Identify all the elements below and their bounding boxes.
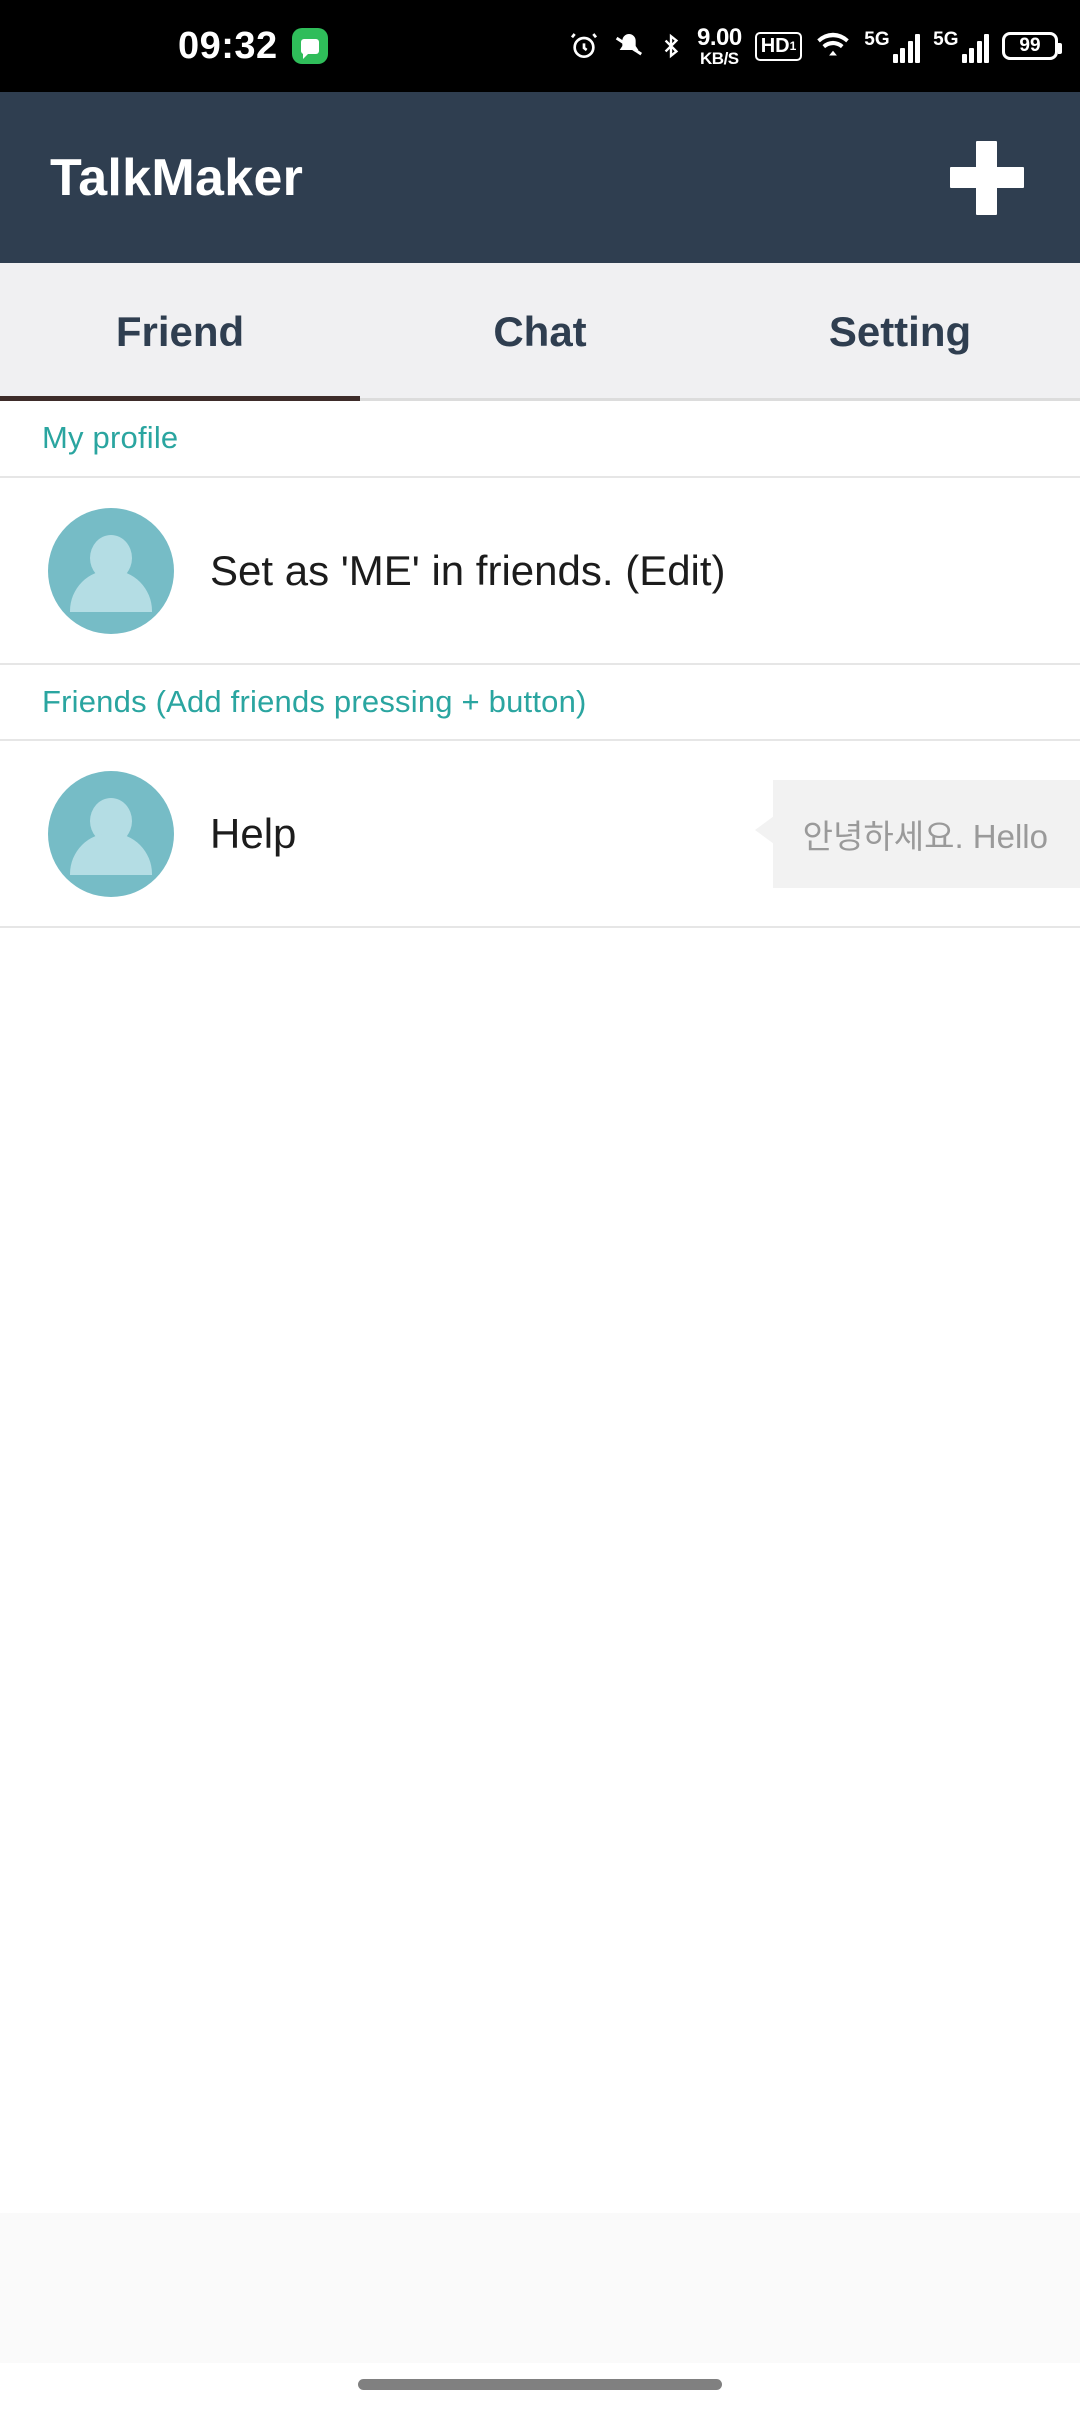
sim2-network-label: 5G	[933, 28, 959, 50]
battery-indicator: 99	[1002, 32, 1062, 60]
section-header-friends-label: Friends (Add friends pressing + button)	[42, 684, 587, 719]
tab-friend[interactable]: Friend	[0, 263, 360, 401]
alarm-clock-icon	[568, 30, 600, 62]
network-speed-unit: KB/S	[700, 48, 739, 68]
person-placeholder-avatar	[48, 507, 174, 634]
divider-below-friend	[0, 926, 1080, 928]
sim2-signal-indicator: 5G	[933, 30, 989, 63]
home-gesture-bar[interactable]	[358, 2379, 722, 2390]
message-bubble-icon	[291, 28, 328, 64]
friend-status-message-bubble: 안녕하세요. Hello	[754, 779, 1080, 888]
add-icon[interactable]	[950, 140, 1024, 215]
network-speed-indicator: 9.00 KB/S	[696, 23, 742, 68]
ringer-mute-icon	[613, 30, 645, 62]
person-placeholder-avatar	[48, 770, 174, 897]
tab-chat-label: Chat	[493, 308, 587, 355]
status-bar-left: 09:32	[178, 25, 328, 68]
app-bar: TalkMaker	[0, 92, 1080, 263]
bluetooth-icon	[658, 30, 684, 62]
section-header-my-profile-label: My profile	[42, 420, 179, 455]
bottom-spacer-band	[0, 2213, 1080, 2363]
hd-voice-icon: HD 1	[754, 31, 803, 61]
sim2-signal-bars	[961, 33, 989, 63]
my-profile-label: Set as 'ME' in friends. (Edit)	[210, 546, 726, 594]
section-header-my-profile: My profile	[0, 401, 1080, 475]
status-bar: 09:32 9.00 KB/S HD 1 5G 5G 99	[0, 0, 1080, 92]
app-screen: 09:32 9.00 KB/S HD 1 5G 5G 99 TalkMaker …	[0, 0, 1080, 2412]
friend-name-label: Help	[210, 809, 297, 857]
status-bar-right: 9.00 KB/S HD 1 5G 5G 99	[568, 23, 1062, 68]
status-bar-clock: 09:32	[178, 24, 278, 67]
friend-status-message-text: 안녕하세요. Hello	[802, 817, 1048, 855]
app-title: TalkMaker	[50, 148, 304, 207]
friend-list-item[interactable]: Help 안녕하세요. Hello	[0, 741, 1080, 926]
sim1-signal-indicator: 5G	[864, 28, 921, 63]
tab-setting[interactable]: Setting	[720, 263, 1080, 401]
wifi-icon	[815, 30, 851, 62]
tab-bar: Friend Chat Setting	[0, 263, 1080, 401]
tab-friend-label: Friend	[115, 308, 245, 355]
battery-percent-label: 99	[1019, 35, 1041, 56]
sim1-signal-bars	[892, 33, 921, 63]
sim1-network-label: 5G	[864, 28, 890, 50]
section-header-friends: Friends (Add friends pressing + button)	[0, 665, 1080, 739]
tab-chat[interactable]: Chat	[360, 263, 720, 401]
network-speed-value: 9.00	[696, 23, 742, 51]
hd-label: HD	[760, 34, 790, 57]
my-profile-row[interactable]: Set as 'ME' in friends. (Edit)	[0, 478, 1080, 663]
tab-setting-label: Setting	[828, 308, 972, 355]
hd-sup: 1	[789, 39, 797, 53]
